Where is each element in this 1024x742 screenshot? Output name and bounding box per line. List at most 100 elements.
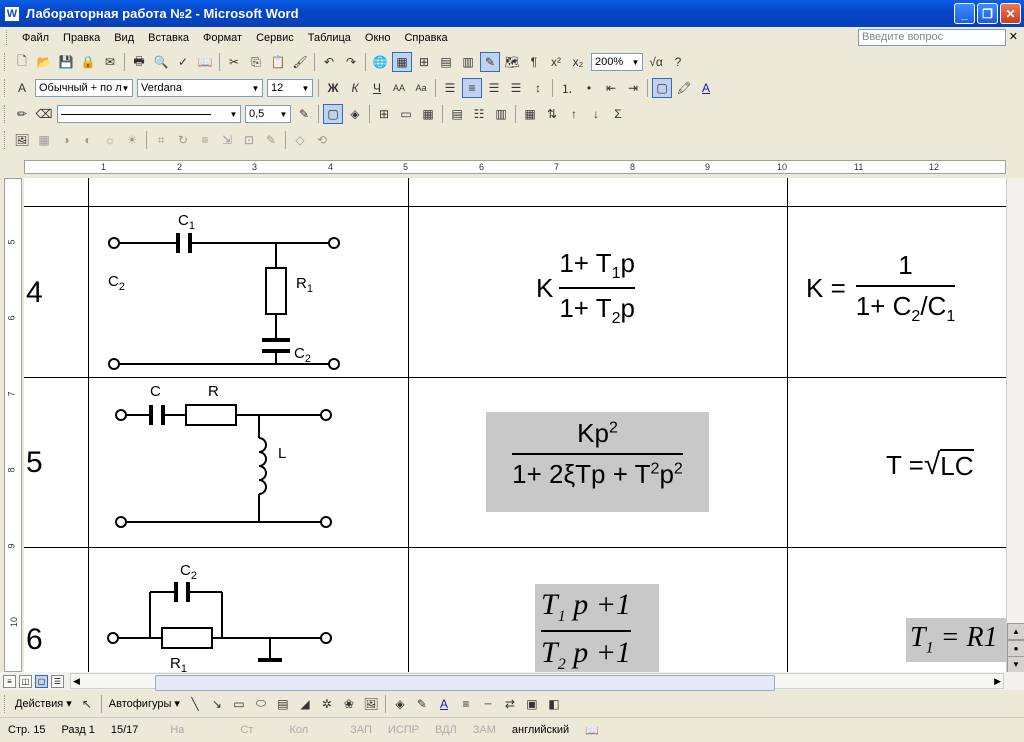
fill-color-icon[interactable]: ◈ [390, 694, 410, 714]
insert-picture-icon[interactable]: 🖼 [12, 130, 32, 150]
numbering-icon[interactable]: ⒈ [557, 78, 577, 98]
status-overtype[interactable]: ЗАМ [465, 724, 504, 736]
style-select[interactable]: Обычный + по л ▼ [35, 79, 133, 97]
oval-tool-icon[interactable]: ⬭ [251, 694, 271, 714]
menu-file[interactable]: Файл [15, 32, 56, 44]
insert-excel-icon[interactable]: ▤ [436, 52, 456, 72]
horizontal-scrollbar[interactable]: ◀ ▶ [70, 673, 1004, 691]
menu-tools[interactable]: Сервис [249, 32, 301, 44]
ask-question-input[interactable]: Введите вопрос [858, 29, 1006, 46]
toolbar-grip[interactable] [4, 53, 7, 71]
char-scale-icon[interactable]: Aa [411, 78, 431, 98]
border-color-icon[interactable]: ✎ [294, 104, 314, 124]
cut-icon[interactable]: ✂ [224, 52, 244, 72]
crop-icon[interactable]: ⌗ [151, 130, 171, 150]
normal-view-icon[interactable]: ≡ [3, 674, 16, 688]
increase-indent-icon[interactable]: ⇥ [623, 78, 643, 98]
format-picture-icon[interactable]: ✎ [261, 130, 281, 150]
status-record-macro[interactable]: ЗАП [342, 724, 380, 736]
copy-icon[interactable]: ⎘ [246, 52, 266, 72]
diagram-icon[interactable]: ✲ [317, 694, 337, 714]
print-preview-icon[interactable]: 🔍 [151, 52, 171, 72]
new-document-icon[interactable]: 🗋 [12, 52, 32, 72]
format-painter-icon[interactable]: 🖌 [290, 52, 310, 72]
styles-icon[interactable]: A [12, 78, 32, 98]
undo-icon[interactable]: ↶ [319, 52, 339, 72]
chevron-down-icon[interactable]: ▼ [299, 80, 312, 96]
equation-icon[interactable]: √α [646, 52, 666, 72]
zoom-select[interactable]: 200% ▼ [591, 53, 643, 71]
draw-table-icon[interactable]: ✏ [12, 104, 32, 124]
toolbar-grip[interactable] [4, 694, 7, 713]
subscript-icon[interactable]: x₂ [568, 52, 588, 72]
font-color-icon[interactable]: A [434, 694, 454, 714]
columns-icon[interactable]: ▥ [458, 52, 478, 72]
menu-window[interactable]: Окно [358, 32, 398, 44]
status-track-changes[interactable]: ИСПР [380, 724, 427, 736]
color-icon[interactable]: ▦ [34, 130, 54, 150]
menu-format[interactable]: Формат [196, 32, 249, 44]
save-icon[interactable]: 💾 [56, 52, 76, 72]
toolbar-grip[interactable] [4, 105, 7, 123]
menu-table[interactable]: Таблица [301, 32, 358, 44]
autoshapes-button[interactable]: Автофигуры ▾ [105, 697, 184, 710]
show-hide-icon[interactable]: ¶ [524, 52, 544, 72]
align-left-icon[interactable]: ☰ [440, 78, 460, 98]
table-autoformat-icon[interactable]: ▦ [520, 104, 540, 124]
arrow-tool-icon[interactable]: ↘ [207, 694, 227, 714]
permission-icon[interactable]: 🔒 [78, 52, 98, 72]
print-icon[interactable]: 🖶 [129, 52, 149, 72]
browse-object-icon[interactable]: ● [1007, 640, 1024, 657]
justify-icon[interactable]: ☰ [506, 78, 526, 98]
rotate-icon[interactable]: ↻ [173, 130, 193, 150]
insert-table-icon[interactable]: ⊞ [414, 52, 434, 72]
chevron-down-icon[interactable]: ▼ [119, 80, 132, 96]
wordart-icon[interactable]: ◢ [295, 694, 315, 714]
text-wrap-icon[interactable]: ⊡ [239, 130, 259, 150]
restore-button[interactable]: ❐ [977, 3, 998, 24]
scroll-thumb[interactable] [155, 675, 775, 691]
split-cells-icon[interactable]: ▦ [418, 104, 438, 124]
menu-help[interactable]: Справка [397, 32, 454, 44]
spelling-status-icon[interactable]: 📖 [577, 724, 607, 737]
select-objects-icon[interactable]: ↖ [77, 694, 97, 714]
ruler-strip[interactable]: 1 2 3 4 5 6 7 8 9 10 11 12 [24, 160, 1006, 174]
redo-icon[interactable]: ↷ [341, 52, 361, 72]
line-tool-icon[interactable]: ╲ [185, 694, 205, 714]
autosum-icon[interactable]: Σ [608, 104, 628, 124]
document-page[interactable]: 4 C1 C2 R1 C2 K 1+ T1p 1+ T2p K = 1 1+ C… [24, 178, 1006, 672]
superscript-icon[interactable]: x² [546, 52, 566, 72]
minimize-button[interactable]: _ [954, 3, 975, 24]
compress-icon[interactable]: ⇲ [217, 130, 237, 150]
status-extend[interactable]: ВДЛ [427, 724, 465, 736]
less-contrast-icon[interactable]: ◐ [78, 130, 98, 150]
outside-border-icon[interactable]: ▢ [323, 104, 343, 124]
outline-view-icon[interactable]: ☰ [51, 674, 64, 688]
research-icon[interactable]: 📖 [195, 52, 215, 72]
line-style-icon[interactable]: ≡ [456, 694, 476, 714]
insert-picture-icon[interactable]: 🖼 [361, 694, 381, 714]
less-brightness-icon[interactable]: ☀ [122, 130, 142, 150]
hyperlink-icon[interactable]: 🌐 [370, 52, 390, 72]
more-brightness-icon[interactable]: ☼ [100, 130, 120, 150]
scroll-left-icon[interactable]: ◀ [73, 676, 80, 687]
tables-borders-icon[interactable]: ▦ [392, 52, 412, 72]
more-contrast-icon[interactable]: ◑ [56, 130, 76, 150]
dash-style-icon[interactable]: ┄ [478, 694, 498, 714]
grow-font-icon[interactable]: АА [389, 78, 409, 98]
chevron-down-icon[interactable]: ▼ [227, 106, 240, 122]
shading-icon[interactable]: ◈ [345, 104, 365, 124]
align-right-icon[interactable]: ☰ [484, 78, 504, 98]
scroll-right-icon[interactable]: ▶ [994, 676, 1001, 687]
distribute-columns-icon[interactable]: ▥ [491, 104, 511, 124]
rectangle-tool-icon[interactable]: ▭ [229, 694, 249, 714]
bullets-icon[interactable]: • [579, 78, 599, 98]
toolbar-grip[interactable] [4, 131, 7, 149]
document-map-icon[interactable]: 🗺 [502, 52, 522, 72]
next-page-icon[interactable]: ▼ [1007, 656, 1024, 673]
distribute-rows-icon[interactable]: ☷ [469, 104, 489, 124]
font-color-icon[interactable]: A [696, 78, 716, 98]
sort-descending-icon[interactable]: ↓ [586, 104, 606, 124]
align-cell-icon[interactable]: ▤ [447, 104, 467, 124]
chevron-down-icon[interactable]: ▼ [629, 54, 642, 70]
